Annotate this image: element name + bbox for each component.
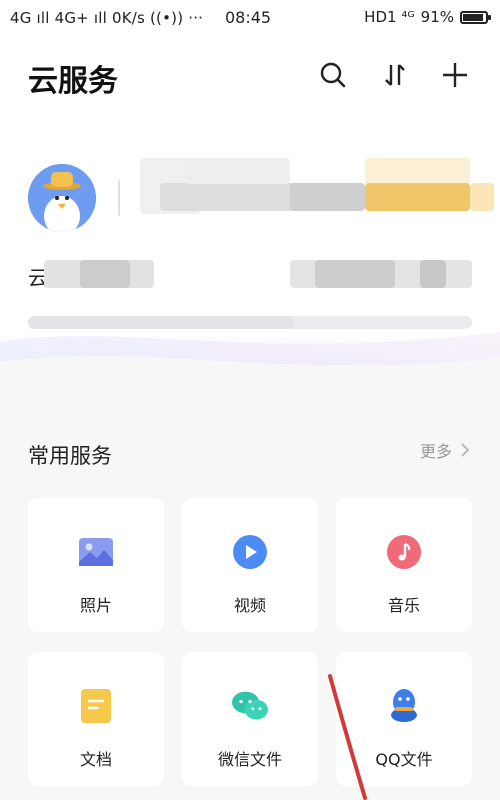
annotation-arrow-stroke	[328, 674, 367, 800]
qq-icon	[386, 688, 422, 724]
music-icon	[386, 534, 422, 570]
clock: 08:45	[225, 8, 272, 27]
service-label: 音乐	[387, 596, 420, 615]
more-label: 更多	[419, 442, 452, 461]
service-label: 文档	[79, 750, 112, 769]
hd-indicator: HD1 ⁴ᴳ	[364, 8, 415, 26]
search-icon[interactable]	[318, 60, 348, 90]
document-icon	[78, 688, 114, 724]
battery-percent: 91%	[420, 8, 454, 26]
photo-icon	[78, 534, 114, 570]
avatar[interactable]	[28, 164, 96, 232]
network-status: 4G ıll 4G+ ıll 0K/s ((•)) ···	[10, 9, 204, 27]
decorative-wave	[0, 332, 500, 392]
battery-icon	[460, 10, 491, 24]
service-card-videos[interactable]: 视频	[182, 498, 318, 632]
page-title: 云服务	[28, 64, 118, 99]
status-bar: 4G ıll 4G+ ıll 0K/s ((•)) ··· 08:45 HD1 …	[0, 0, 500, 36]
video-icon	[232, 534, 268, 570]
service-label: 微信文件	[217, 750, 282, 769]
storage-progress-bar	[28, 316, 472, 329]
wechat-icon	[232, 688, 268, 724]
status-right: HD1 ⁴ᴳ 91%	[364, 8, 491, 26]
service-label: QQ文件	[375, 750, 433, 769]
service-card-documents[interactable]: 文档	[28, 652, 164, 786]
service-label: 视频	[233, 596, 266, 615]
chevron-right-icon	[461, 443, 470, 457]
service-card-photos[interactable]: 照片	[28, 498, 164, 632]
service-label: 照片	[79, 596, 112, 615]
service-card-music[interactable]: 音乐	[336, 498, 472, 632]
more-link[interactable]: 更多	[420, 438, 470, 462]
transfer-icon[interactable]	[380, 60, 410, 90]
avatar-duck-icon	[28, 164, 96, 232]
add-icon[interactable]	[440, 60, 470, 90]
section-title: 常用服务	[28, 444, 112, 468]
service-card-wechat-files[interactable]: 微信文件	[182, 652, 318, 786]
